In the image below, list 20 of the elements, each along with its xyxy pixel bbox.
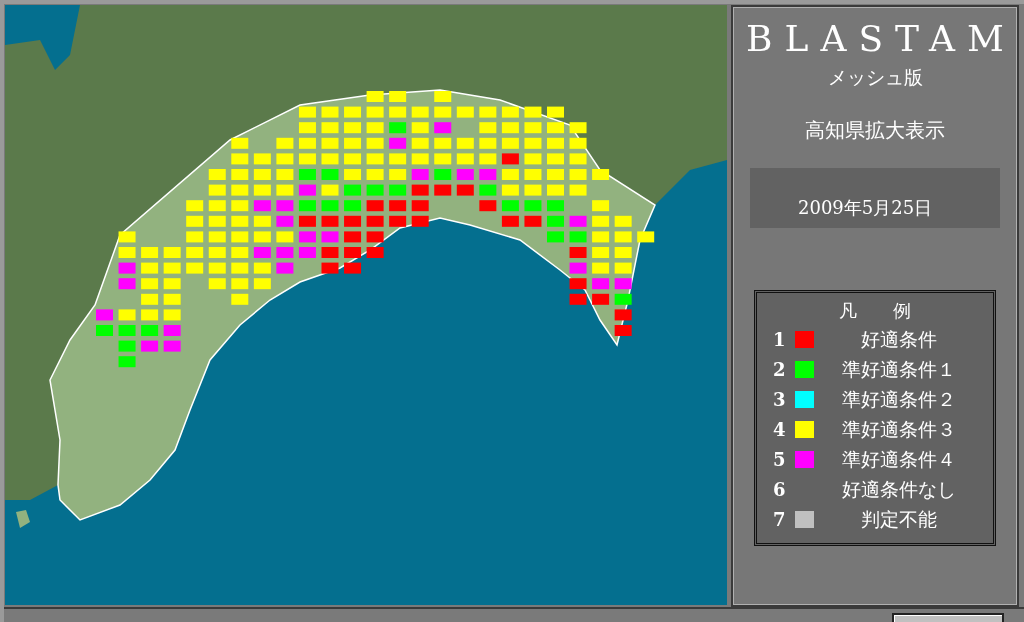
legend-label: 準好適条件１	[841, 356, 957, 382]
island-drawing	[16, 510, 30, 528]
legend-number: 5	[773, 449, 787, 471]
legend-label: 準好適条件４	[841, 446, 957, 472]
view-label: 高知県拡大表示	[805, 116, 945, 144]
legend-label: 準好適条件２	[841, 386, 957, 412]
legend-label: 準好適条件３	[841, 416, 957, 442]
legend-title: 凡 例	[838, 298, 912, 323]
app-subtitle: メッシュ版	[827, 64, 923, 90]
legend-number: 1	[773, 329, 787, 351]
legend-number: 4	[773, 419, 787, 441]
legend-label: 判定不能	[860, 506, 938, 532]
legend-number: 3	[773, 389, 787, 411]
legend-label: 好適条件なし	[841, 476, 957, 502]
legend-number: 2	[773, 359, 787, 381]
legend-number: 6	[773, 479, 787, 501]
date-display: 2009年5月25日	[750, 167, 1000, 228]
legend-label: 好適条件	[860, 326, 938, 352]
legend-number: 7	[773, 509, 787, 531]
app-title: BLASTAM	[745, 19, 1016, 59]
